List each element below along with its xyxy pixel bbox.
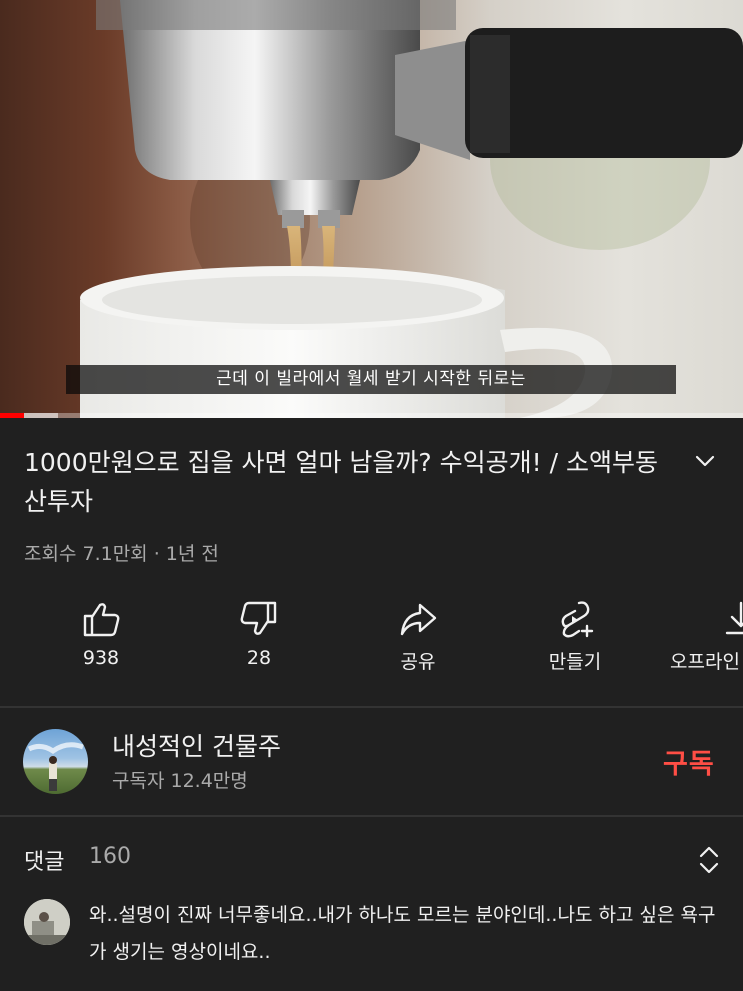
video-frame-image (80, 0, 743, 418)
video-meta[interactable]: 조회수 7.1만회 · 1년 전 (24, 539, 219, 566)
share-label: 공유 (400, 651, 436, 673)
video-player[interactable]: 근데 이 빌라에서 월세 받기 시작한 뒤로는 (0, 0, 743, 418)
comments-count: 160 (89, 844, 131, 869)
share-arrow-icon (400, 603, 437, 636)
download-icon (725, 601, 743, 635)
divider (0, 815, 743, 817)
chevron-down-icon (695, 455, 715, 467)
channel-avatar[interactable] (23, 729, 88, 794)
create-label: 만들기 (548, 651, 602, 673)
dislike-count: 28 (246, 647, 272, 669)
thumbs-up-icon (83, 603, 120, 637)
meta-separator: · (153, 543, 160, 565)
description-expand-button[interactable] (690, 446, 720, 476)
avatar-photo (27, 742, 84, 791)
like-count: 938 (82, 647, 120, 669)
subscriber-count: 구독자 12.4만명 (112, 770, 248, 792)
create-button[interactable]: 만들기 (520, 597, 630, 687)
video-watch-page: 근데 이 빌라에서 월세 받기 시작한 뒤로는 1000만원으로 집을 사면 얼… (0, 0, 743, 991)
dislike-button[interactable]: 28 (204, 597, 314, 687)
commenter-avatar-photo (24, 899, 70, 945)
download-label: 오프라인 (670, 651, 740, 673)
divider (0, 706, 743, 708)
video-progress-bar[interactable] (0, 413, 743, 418)
subscribe-button[interactable]: 구독 (663, 742, 715, 781)
video-title[interactable]: 1000만원으로 집을 사면 얼마 남을까? 수익공개! / 소액부동산투자 (24, 443, 664, 521)
share-button[interactable]: 공유 (363, 597, 473, 687)
commenter-avatar[interactable] (24, 899, 70, 945)
comments-header-label[interactable]: 댓글 (24, 844, 64, 876)
shorts-create-icon (561, 601, 594, 638)
like-button[interactable]: 938 (46, 597, 156, 687)
thumbs-down-icon (240, 601, 277, 635)
upload-age: 1년 전 (165, 543, 219, 565)
video-subtitle: 근데 이 빌라에서 월세 받기 시작한 뒤로는 (66, 365, 676, 394)
video-played-bar (0, 413, 24, 418)
unfold-icon (699, 846, 719, 874)
video-actions-row: 938 28 공유 만들기 오프라인 (0, 597, 743, 687)
top-comment-text[interactable]: 와..설명이 진짜 너무좋네요..내가 하나도 모르는 분야인데..나도 하고 … (89, 897, 729, 971)
download-button[interactable]: 오프라인 (670, 597, 743, 687)
comments-expand-button[interactable] (694, 842, 724, 878)
channel-name[interactable]: 내성적인 건물주 (112, 727, 281, 763)
view-count: 조회수 7.1만회 (24, 543, 148, 565)
